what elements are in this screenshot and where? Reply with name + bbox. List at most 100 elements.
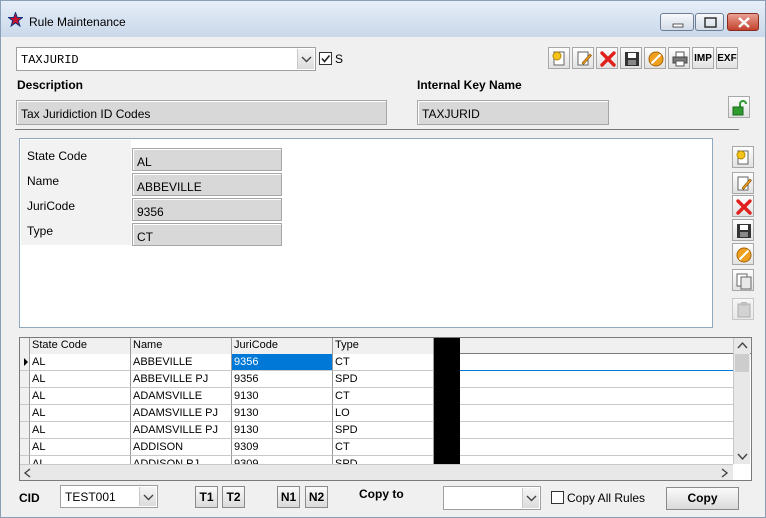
minimize-button[interactable]	[660, 13, 694, 31]
grid-cell[interactable]: 9130	[232, 405, 333, 422]
save-button[interactable]	[620, 47, 642, 69]
side-cancel-button[interactable]	[732, 243, 754, 265]
side-paste-button[interactable]	[732, 298, 754, 320]
rule-select-arrow[interactable]	[297, 49, 314, 69]
grid-cell[interactable]: 9309	[232, 439, 333, 456]
grid-cell[interactable]: 9130	[232, 388, 333, 405]
edit-button[interactable]	[572, 47, 594, 69]
n1-button[interactable]: N1	[277, 486, 300, 508]
grid-cell[interactable]: ADAMSVILLE PJ	[131, 422, 232, 439]
t2-button[interactable]: T2	[222, 486, 245, 508]
grid-header-state-code[interactable]: State Code	[30, 338, 131, 354]
cid-select-value: TEST001	[65, 490, 116, 504]
grid-cell[interactable]: CT	[333, 354, 434, 371]
grid-cell[interactable]: AL	[30, 422, 131, 439]
internal-key-value: TAXJURID	[422, 107, 480, 121]
close-button[interactable]	[727, 13, 759, 31]
name-value: ABBEVILLE	[137, 180, 202, 194]
grid-header-juricode[interactable]: JuriCode	[232, 338, 333, 354]
cancel-button[interactable]	[644, 47, 666, 69]
import-button[interactable]: IMP	[692, 47, 714, 69]
rule-select[interactable]: TAXJURID	[16, 47, 316, 71]
edit-document-icon	[737, 176, 752, 191]
copy-button[interactable]: Copy	[666, 487, 739, 510]
export-button-label: EXF	[717, 53, 737, 64]
s-checkbox[interactable]	[319, 52, 332, 65]
side-save-button[interactable]	[732, 219, 754, 241]
grid-cell[interactable]: 9356	[232, 354, 333, 371]
grid-cell[interactable]: SPD	[333, 422, 434, 439]
row-indicator[interactable]	[20, 371, 30, 388]
delete-button[interactable]	[596, 47, 618, 69]
export-button[interactable]: EXF	[716, 47, 738, 69]
juricode-field[interactable]: 9356	[132, 198, 282, 221]
grid-cell[interactable]: LO	[333, 405, 434, 422]
row-indicator[interactable]	[20, 354, 30, 371]
grid-cell[interactable]: AL	[30, 388, 131, 405]
copy-all-rules-checkbox[interactable]	[551, 491, 564, 504]
scroll-down-icon[interactable]	[734, 448, 751, 464]
new-button[interactable]	[548, 47, 570, 69]
row-indicator[interactable]	[20, 439, 30, 456]
grid-cell[interactable]: AL	[30, 354, 131, 371]
vertical-scroll-thumb[interactable]	[735, 354, 749, 372]
side-copy-button[interactable]	[732, 269, 754, 291]
grid-header-type[interactable]: Type	[333, 338, 434, 354]
s-checkbox-label: S	[335, 52, 344, 66]
current-row-arrow-icon	[24, 358, 28, 366]
grid-cell[interactable]: ADDISON	[131, 439, 232, 456]
grid-cell[interactable]: CT	[333, 388, 434, 405]
n2-button[interactable]: N2	[305, 486, 328, 508]
type-field[interactable]: CT	[132, 223, 282, 246]
star-app-icon	[8, 12, 23, 27]
close-icon	[738, 17, 750, 28]
side-delete-button[interactable]	[732, 195, 754, 217]
grid-cell[interactable]: ADAMSVILLE	[131, 388, 232, 405]
grid-cell[interactable]: ADAMSVILLE PJ	[131, 405, 232, 422]
grid-cell[interactable]: ABBEVILLE PJ	[131, 371, 232, 388]
horizontal-scrollbar[interactable]	[20, 464, 733, 480]
vertical-scrollbar[interactable]	[733, 338, 750, 464]
copy-to-label: Copy to	[359, 487, 404, 501]
internal-key-label: Internal Key Name	[417, 78, 522, 92]
state-code-field[interactable]: AL	[132, 148, 282, 171]
grid-filler-cell	[460, 439, 733, 456]
scroll-left-icon[interactable]	[20, 465, 36, 481]
copy-to-select-arrow[interactable]	[522, 488, 539, 508]
grid-cell[interactable]: CT	[333, 439, 434, 456]
grid-header-name[interactable]: Name	[131, 338, 232, 354]
grid-cell[interactable]: SPD	[333, 371, 434, 388]
side-new-button[interactable]	[732, 146, 754, 168]
unlock-button[interactable]	[728, 96, 750, 118]
state-code-label: State Code	[27, 149, 88, 163]
maximize-button[interactable]	[695, 13, 724, 31]
grid-cell[interactable]: 9130	[232, 422, 333, 439]
grid-cell[interactable]: AL	[30, 439, 131, 456]
cancel-circle-icon	[648, 51, 664, 67]
chevron-down-icon	[143, 494, 154, 501]
cid-select-arrow[interactable]	[139, 487, 156, 506]
side-edit-button[interactable]	[732, 172, 754, 194]
chevron-down-icon	[526, 495, 537, 502]
description-field[interactable]: Tax Juridiction ID Codes	[16, 100, 387, 125]
row-indicator[interactable]	[20, 422, 30, 439]
t1-button[interactable]: T1	[195, 486, 218, 508]
internal-key-field[interactable]: TAXJURID	[417, 100, 609, 125]
copy-to-select[interactable]	[443, 486, 541, 510]
delete-x-icon	[600, 51, 616, 67]
grid-filler-cell	[460, 354, 733, 371]
row-indicator[interactable]	[20, 388, 30, 405]
grid-cell[interactable]: AL	[30, 405, 131, 422]
window-title: Rule Maintenance	[29, 15, 126, 29]
row-indicator[interactable]	[20, 405, 30, 422]
print-button[interactable]	[668, 47, 690, 69]
name-field[interactable]: ABBEVILLE	[132, 173, 282, 196]
grid-cell[interactable]: ABBEVILLE	[131, 354, 232, 371]
cid-select[interactable]: TEST001	[60, 485, 158, 508]
grid-cell[interactable]: AL	[30, 371, 131, 388]
paste-clipboard-icon	[737, 302, 751, 318]
grid-filler-cell	[460, 371, 733, 388]
scroll-right-icon[interactable]	[716, 465, 732, 481]
grid-cell[interactable]: 9356	[232, 371, 333, 388]
scroll-up-icon[interactable]	[734, 338, 751, 354]
